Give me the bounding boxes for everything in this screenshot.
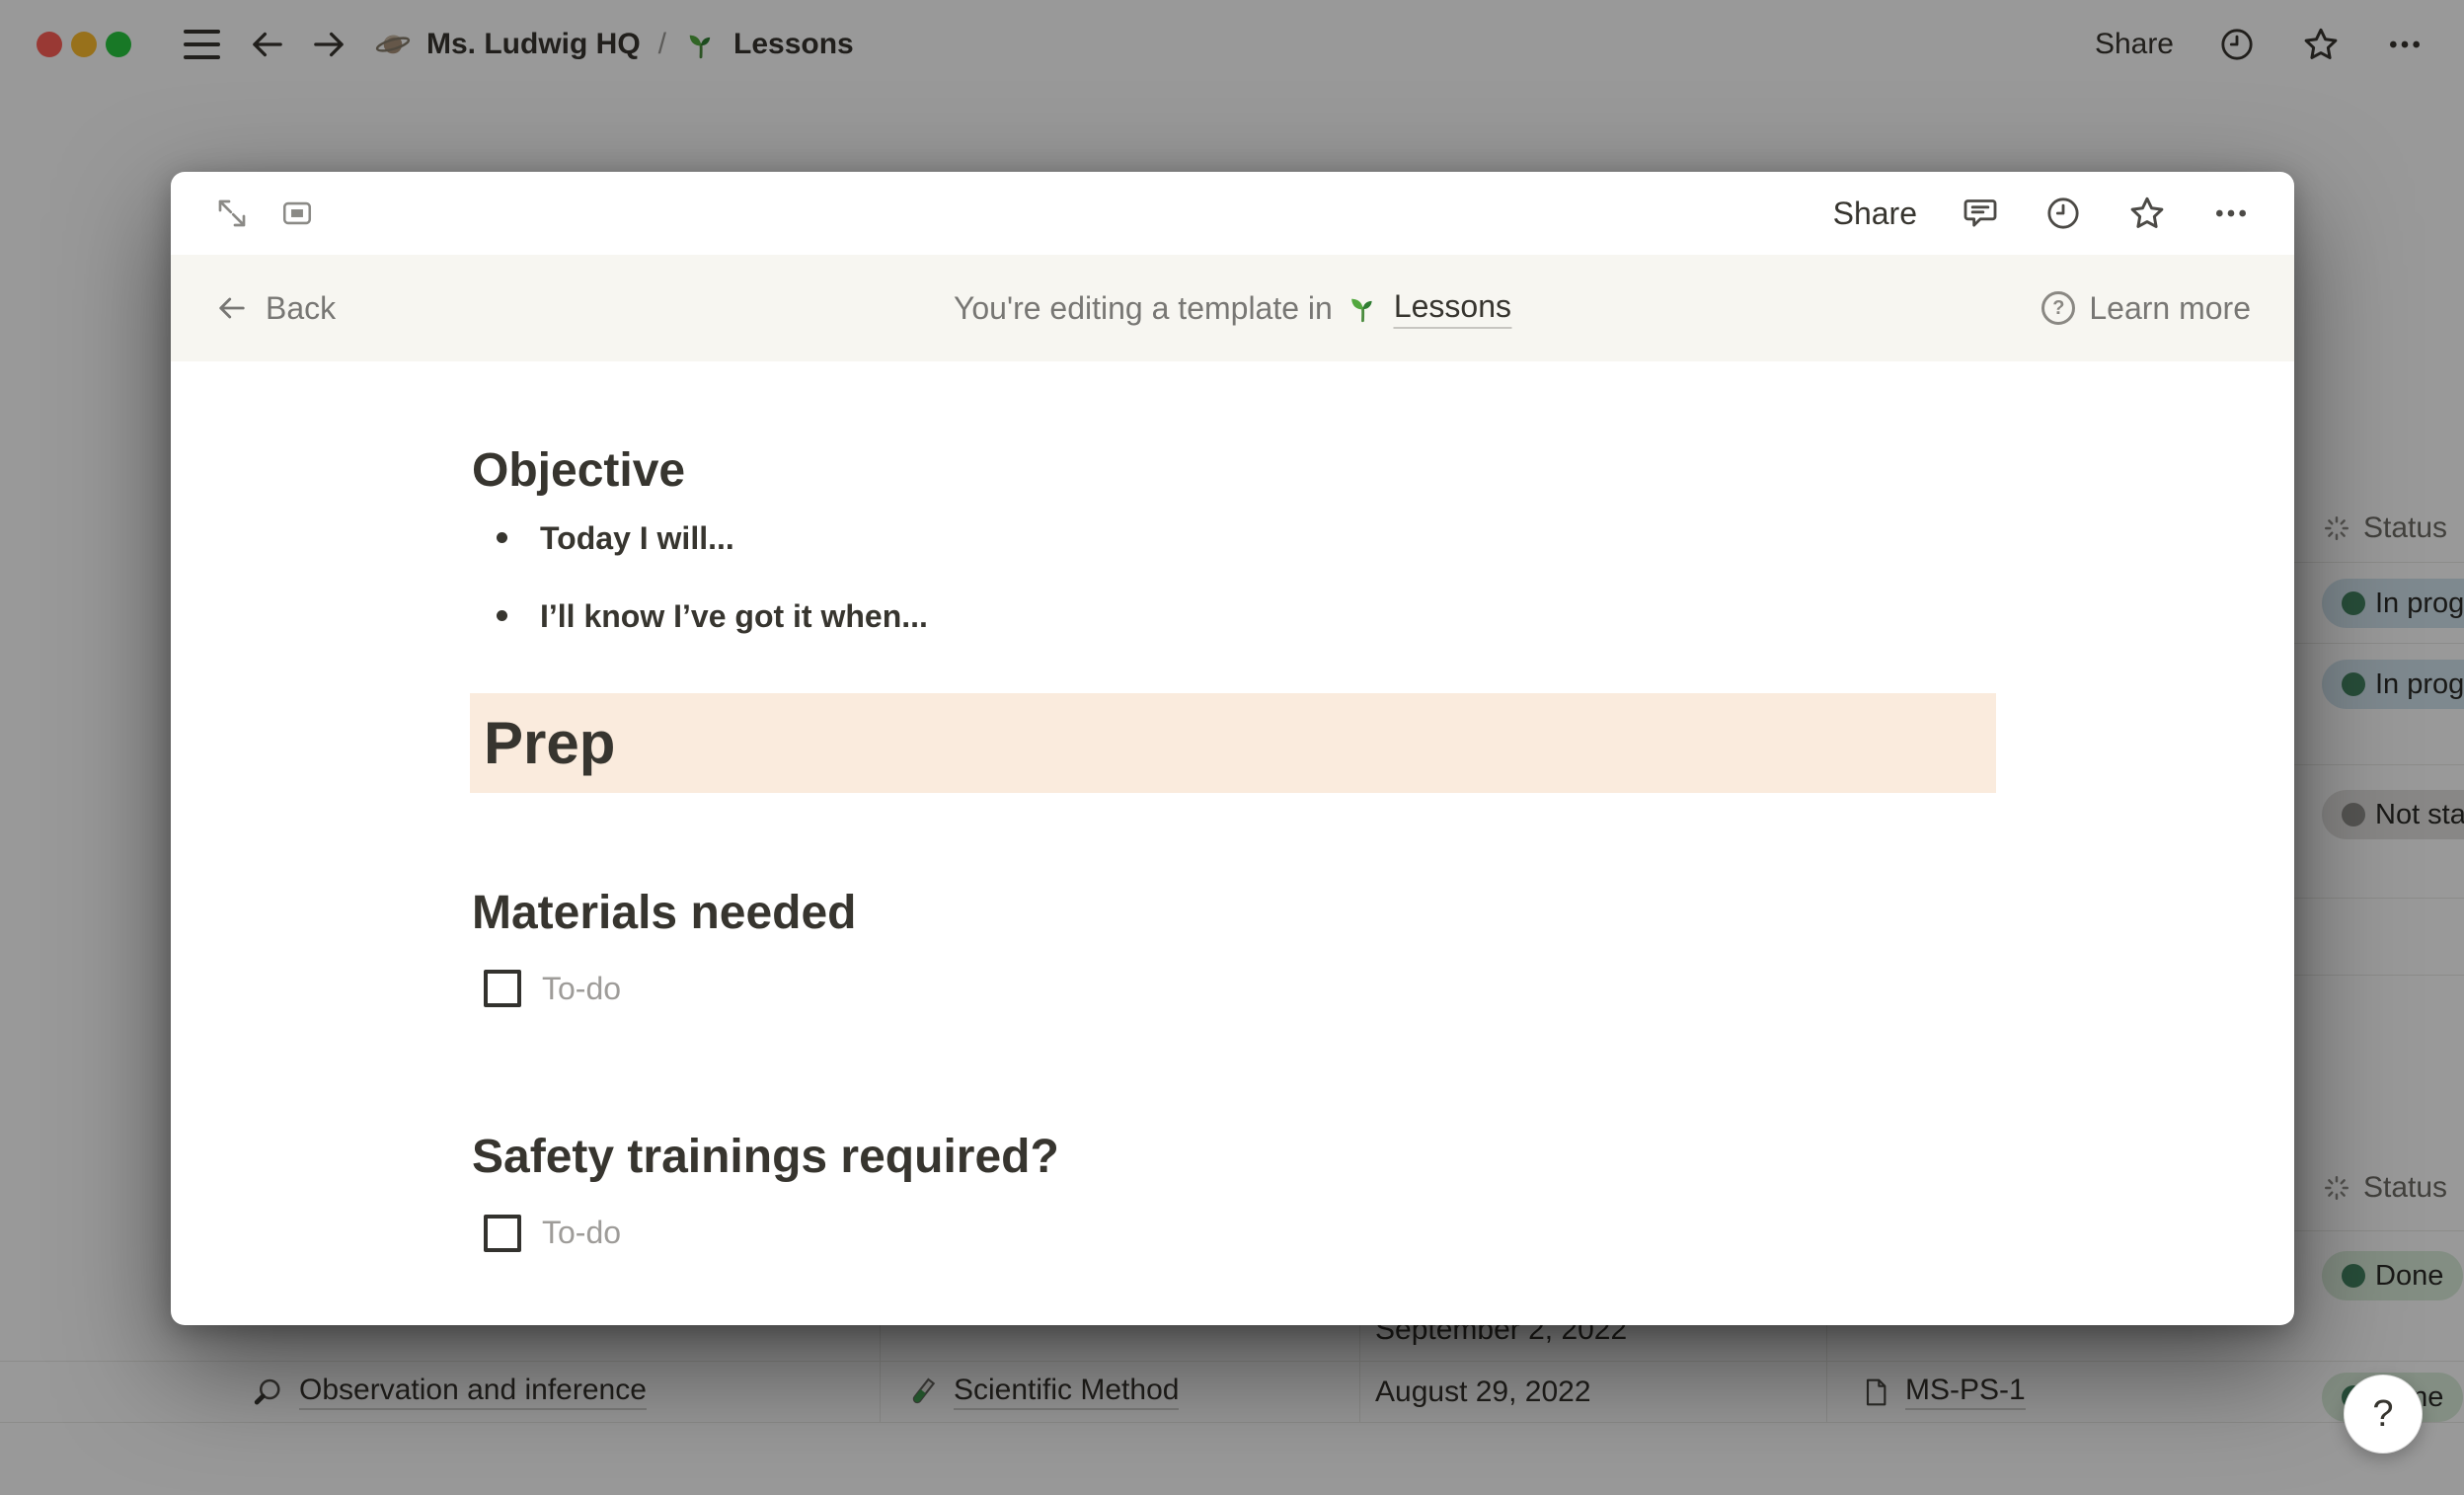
safety-heading: Safety trainings required? <box>472 1129 1998 1186</box>
learn-more-label: Learn more <box>2089 290 2251 327</box>
side-peek-icon[interactable] <box>277 197 317 230</box>
help-circle-icon: ? <box>2041 291 2075 325</box>
bullet-dot-icon <box>497 610 507 621</box>
clock-history-icon[interactable] <box>2043 194 2083 233</box>
template-editing-banner: Back You're editing a template in Lesson… <box>171 255 2294 361</box>
prep-heading: Prep <box>484 709 615 777</box>
comments-icon[interactable] <box>1961 194 2000 233</box>
learn-more-button[interactable]: ? Learn more <box>2041 255 2251 361</box>
banner-message: You're editing a template in Lessons <box>954 255 1511 361</box>
modal-header: Share <box>171 172 2294 255</box>
template-parent-page-link[interactable]: Lessons <box>1394 288 1511 329</box>
todo-checkbox[interactable] <box>484 1215 521 1252</box>
objective-bullet-list: Today I will... I’ll know I’ve got it wh… <box>472 516 1998 638</box>
template-document: Objective Today I will... I’ll know I’ve… <box>472 361 1998 1258</box>
star-favorite-icon[interactable] <box>2126 193 2168 234</box>
todo-block: To-do <box>484 1209 1998 1258</box>
materials-heading: Materials needed <box>472 885 1998 942</box>
seedling-icon <box>1347 291 1380 325</box>
banner-message-text: You're editing a template in <box>954 290 1333 327</box>
expand-fullpage-icon[interactable] <box>214 196 250 231</box>
todo-placeholder[interactable]: To-do <box>542 971 621 1007</box>
list-item: I’ll know I’ve got it when... <box>472 594 1998 638</box>
help-button[interactable]: ? <box>2344 1375 2423 1454</box>
list-item: Today I will... <box>472 516 1998 560</box>
prep-heading-highlight: Prep <box>470 693 1996 793</box>
modal-share-button[interactable]: Share <box>1833 196 1917 232</box>
back-label: Back <box>266 290 336 327</box>
bullet-text: I’ll know I’ve got it when... <box>540 594 928 638</box>
more-options-icon[interactable] <box>2211 194 2251 233</box>
bullet-dot-icon <box>497 532 507 543</box>
todo-placeholder[interactable]: To-do <box>542 1215 621 1251</box>
objective-heading: Objective <box>472 442 1998 500</box>
template-editor-modal: Share Back You're editing a template in <box>171 172 2294 1325</box>
bullet-text: Today I will... <box>540 516 734 560</box>
todo-block: To-do <box>484 964 1998 1013</box>
back-button[interactable]: Back <box>214 255 336 361</box>
back-arrow-icon <box>214 290 250 326</box>
todo-checkbox[interactable] <box>484 970 521 1007</box>
